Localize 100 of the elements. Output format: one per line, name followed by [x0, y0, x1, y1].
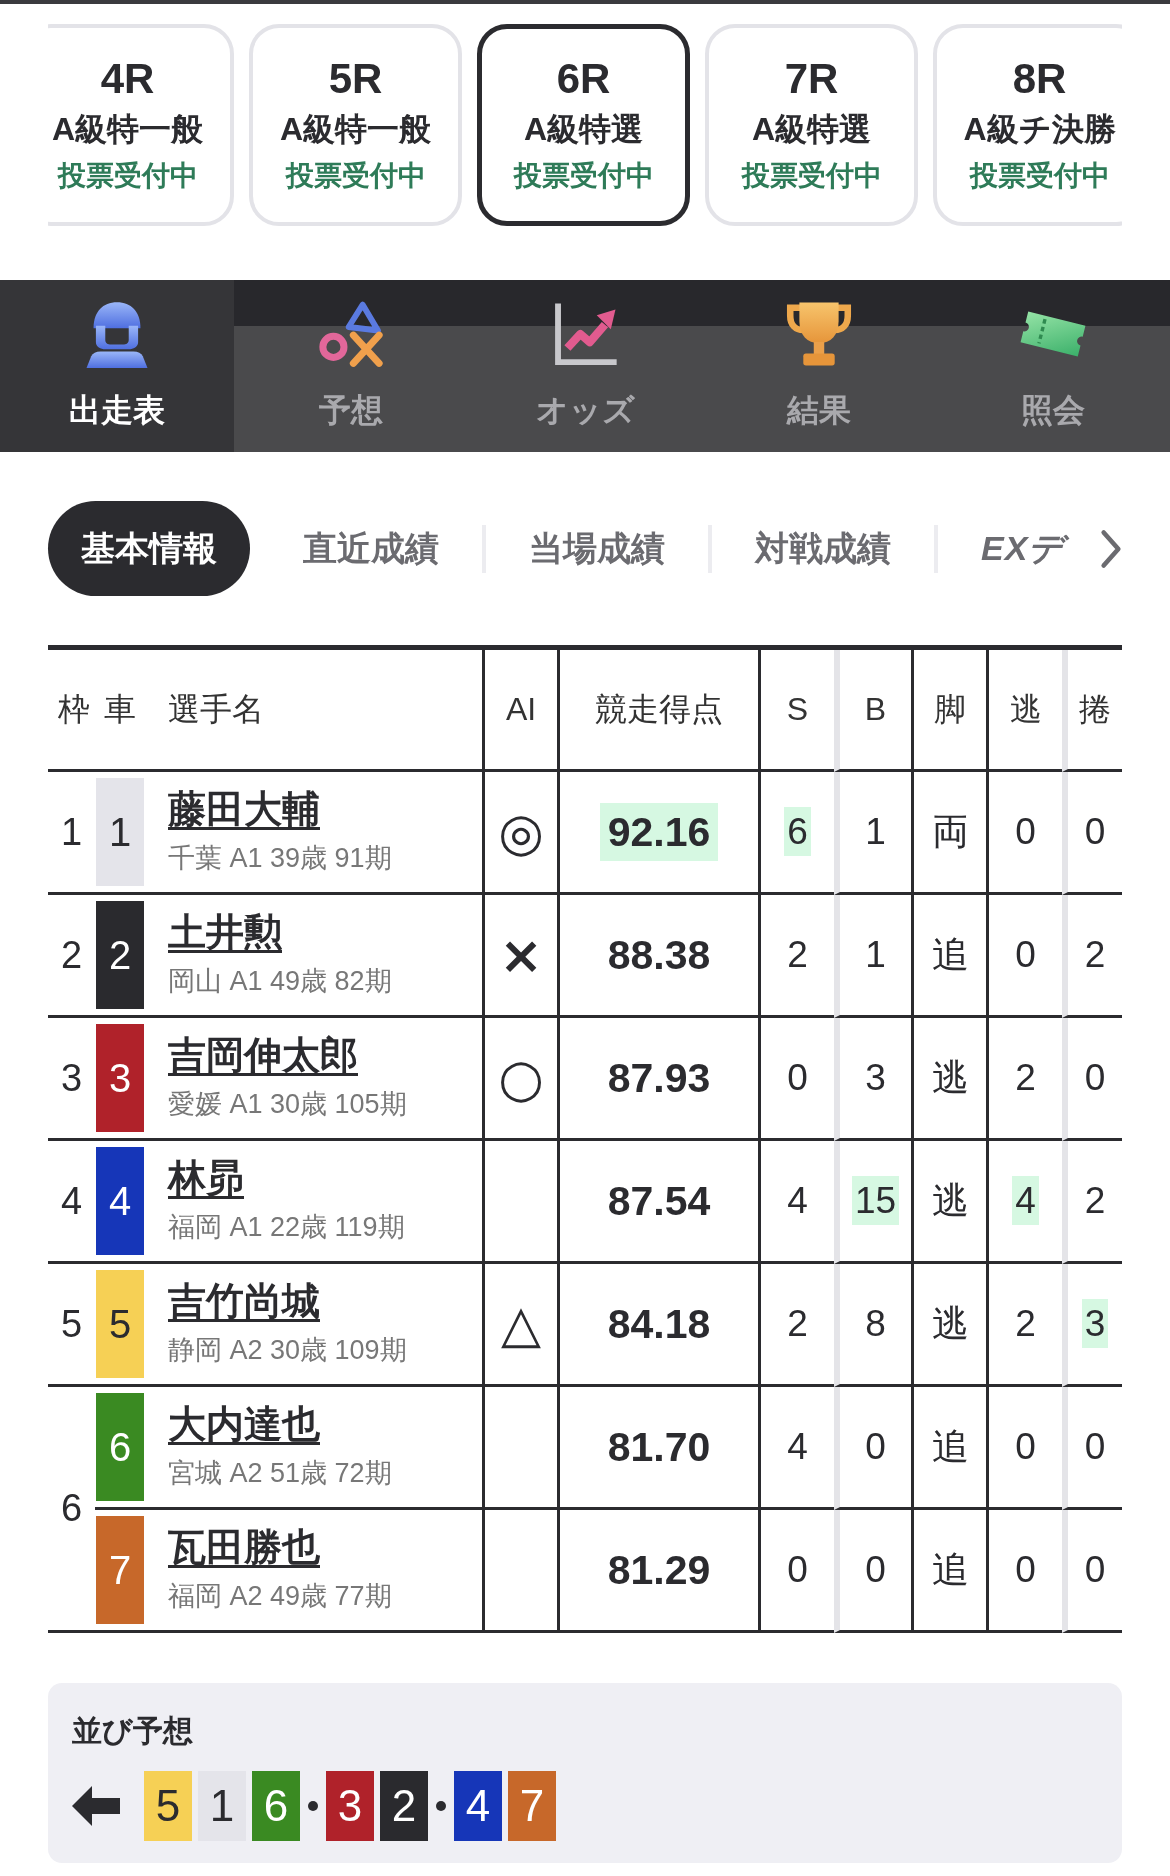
stat-value: 逃 — [930, 1056, 970, 1100]
rider-name[interactable]: 吉竹尚城 — [168, 1280, 320, 1324]
frame-number: 1 — [60, 810, 83, 853]
stat-value: 両 — [930, 810, 970, 854]
car-number: 4 — [96, 1147, 144, 1255]
rider-name[interactable]: 瓦田勝也 — [168, 1526, 320, 1570]
stat-value: 逃 — [930, 1179, 970, 1223]
lineup-car-number: 4 — [454, 1771, 502, 1841]
column-header: 競走得点 — [595, 690, 723, 727]
stat-value: 2 — [1014, 1056, 1037, 1100]
separator-dot-icon — [308, 1801, 318, 1811]
car-number: 1 — [96, 778, 144, 886]
stat-value: 0 — [786, 1056, 809, 1100]
rider-name[interactable]: 土井勲 — [168, 911, 282, 955]
car-number: 5 — [96, 1270, 144, 1378]
car-number: 3 — [96, 1024, 144, 1132]
info-tab[interactable]: 直近成績 — [260, 501, 482, 596]
column-header: 逃 — [1009, 690, 1042, 727]
race-tab[interactable]: 8R A級チ決勝 投票受付中 — [933, 24, 1122, 226]
stat-value: 2 — [1014, 1302, 1037, 1346]
info-tab[interactable]: 対戦成績 — [712, 501, 934, 596]
rider-name[interactable]: 吉岡伸太郎 — [168, 1034, 358, 1078]
stat-value: 2 — [1083, 933, 1107, 977]
frame-number: 6 — [60, 1487, 83, 1529]
stat-value: 8 — [864, 1302, 887, 1346]
stat-value: 0 — [786, 1548, 809, 1592]
ai-prediction-mark: ○ — [498, 1048, 544, 1108]
stat-value: 追 — [930, 1548, 970, 1592]
lineup-car-number: 1 — [198, 1771, 246, 1841]
race-score: 81.70 — [606, 1422, 712, 1472]
nav-tab[interactable]: 出走表 — [0, 280, 234, 452]
column-header: S — [786, 691, 809, 727]
column-header: AI — [505, 691, 537, 727]
stat-value: 0 — [1083, 1056, 1107, 1100]
race-tab[interactable]: 5R A級特一般 投票受付中 — [249, 24, 462, 226]
lineup-car-number: 3 — [326, 1771, 374, 1841]
stat-value: 6 — [784, 807, 811, 856]
ai-prediction-mark: × — [499, 925, 543, 985]
rider-name[interactable]: 林昴 — [168, 1157, 244, 1201]
race-tab[interactable]: 4R A級特一般 投票受付中 — [48, 24, 234, 226]
stat-value: 0 — [1014, 1425, 1037, 1469]
stat-value: 逃 — [930, 1302, 970, 1346]
stat-value: 4 — [1012, 1176, 1039, 1225]
race-score: 87.93 — [606, 1053, 712, 1103]
race-score: 92.16 — [599, 802, 719, 861]
frame-number: 5 — [60, 1302, 83, 1345]
stat-value: 0 — [864, 1548, 887, 1592]
left-arrow-icon — [72, 1786, 120, 1826]
stat-value: 追 — [930, 1425, 970, 1469]
stat-value: 1 — [864, 933, 887, 977]
frame-number: 3 — [60, 1056, 83, 1099]
lineup-car-number: 6 — [252, 1771, 300, 1841]
stat-value: 0 — [1014, 933, 1037, 977]
stat-value: 2 — [786, 933, 809, 977]
stat-value: 3 — [1081, 1299, 1109, 1348]
race-tab[interactable]: 7R A級特選 投票受付中 — [705, 24, 918, 226]
stat-value: 4 — [786, 1425, 809, 1469]
column-header: B — [864, 691, 887, 727]
rider-profile: 愛媛 A1 30歳 105期 — [168, 1087, 407, 1121]
lineup-car-number: 5 — [144, 1771, 192, 1841]
race-score: 87.54 — [606, 1176, 712, 1226]
race-tab[interactable]: 6R A級特選 投票受付中 — [477, 24, 690, 226]
lineup-car-number: 2 — [380, 1771, 428, 1841]
race-score: 84.18 — [606, 1299, 712, 1349]
stat-value: 1 — [864, 810, 887, 854]
frame-number: 4 — [60, 1179, 83, 1222]
rider-name[interactable]: 藤田大輔 — [168, 788, 320, 832]
trophy-icon — [785, 300, 853, 368]
stat-value: 15 — [851, 1176, 900, 1225]
column-header: 脚 — [934, 690, 966, 727]
rider-profile: 千葉 A1 39歳 91期 — [168, 841, 392, 875]
car-number: 7 — [96, 1516, 144, 1624]
rider-profile: 岡山 A1 49歳 82期 — [168, 964, 392, 998]
rider-profile: 福岡 A1 22歳 119期 — [168, 1210, 405, 1244]
car-number: 6 — [96, 1393, 144, 1501]
column-header: 枠 — [57, 690, 90, 727]
stat-value: 4 — [786, 1179, 809, 1223]
stat-value: 0 — [1014, 810, 1037, 854]
column-header: 選手名 — [168, 690, 264, 727]
race-score: 81.29 — [606, 1545, 712, 1595]
stat-value: 0 — [1083, 810, 1107, 854]
column-header: 捲 — [1079, 690, 1111, 727]
stat-value: 0 — [1083, 1548, 1107, 1592]
stat-value: 3 — [864, 1056, 887, 1100]
frame-number: 2 — [60, 933, 83, 976]
info-tab[interactable]: 当場成績 — [486, 501, 708, 596]
stat-value: 0 — [1014, 1548, 1037, 1592]
shapes-icon — [317, 300, 385, 368]
rider-name[interactable]: 大内達也 — [168, 1403, 320, 1447]
car-number: 2 — [96, 901, 144, 1009]
stat-value: 2 — [1083, 1179, 1107, 1223]
stat-value: 0 — [1083, 1425, 1107, 1469]
info-tab[interactable]: EXデ — [938, 501, 1075, 596]
rider-profile: 福岡 A2 49歳 77期 — [168, 1579, 392, 1613]
rider-profile: 静岡 A2 30歳 109期 — [168, 1333, 407, 1367]
ai-prediction-mark: △ — [501, 1294, 541, 1354]
info-tab[interactable]: 基本情報 — [48, 501, 250, 596]
stat-value: 追 — [930, 933, 970, 977]
chevron-right-icon[interactable] — [1100, 527, 1122, 570]
stat-value: 2 — [786, 1302, 809, 1346]
